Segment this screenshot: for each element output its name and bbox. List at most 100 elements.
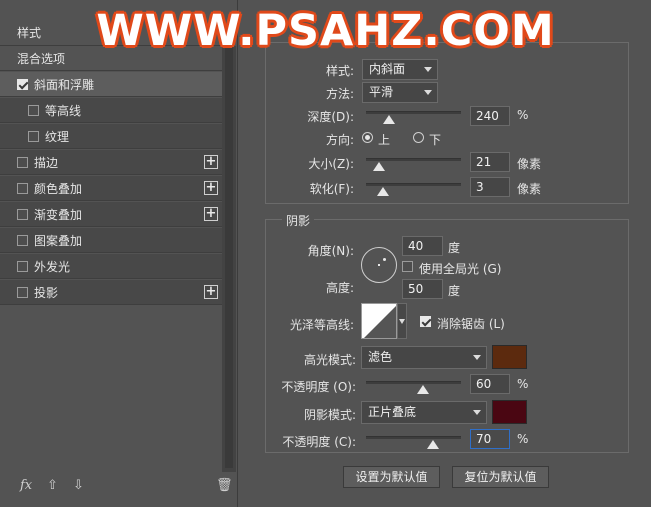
styles-header: 样式 xyxy=(0,20,222,46)
arrow-up-icon[interactable]: ⇧ xyxy=(47,478,58,493)
style-item-checkbox[interactable] xyxy=(28,104,39,116)
shadow-color-swatch[interactable] xyxy=(492,400,527,424)
styles-footer: fx ⇧ ⇩ 🗑 xyxy=(0,474,238,500)
style-item[interactable]: 斜面和浮雕 xyxy=(0,72,222,97)
depth-input[interactable]: 240 xyxy=(470,106,510,126)
style-item-label: 混合选项 xyxy=(17,51,66,66)
shadow-opacity-label: 不透明度 (C): xyxy=(282,435,356,449)
style-item[interactable]: 渐变叠加 + xyxy=(0,202,222,227)
shadow-opacity-slider[interactable] xyxy=(366,436,461,449)
global-light-checkbox[interactable] xyxy=(402,261,413,272)
highlight-color-swatch[interactable] xyxy=(492,345,527,369)
depth-label: 深度(D): xyxy=(307,110,354,124)
size-label: 大小(Z): xyxy=(308,157,354,171)
style-item[interactable]: 描边 + xyxy=(0,150,222,175)
contour-icon xyxy=(364,306,396,338)
shadow-opacity-knob[interactable] xyxy=(426,440,439,449)
style-item[interactable]: 等高线 xyxy=(0,98,222,123)
style-item-label: 等高线 xyxy=(45,103,82,118)
shadow-mode-dropdown[interactable]: 正片叠底 xyxy=(361,401,487,424)
highlight-mode-label: 高光模式: xyxy=(303,353,356,367)
gloss-contour-preview[interactable] xyxy=(361,303,397,339)
gloss-contour-label: 光泽等高线: xyxy=(289,318,354,332)
shadow-opacity-input[interactable]: 70 xyxy=(470,429,510,449)
soften-input[interactable]: 3 xyxy=(470,177,510,197)
soften-slider[interactable] xyxy=(366,183,461,196)
style-item-checkbox[interactable] xyxy=(17,286,28,298)
global-light-label: 使用全局光 (G) xyxy=(419,262,502,276)
highlight-opacity-slider[interactable] xyxy=(366,381,461,394)
angle-unit: 度 xyxy=(448,241,461,255)
direction-up-radio[interactable] xyxy=(362,132,373,143)
highlight-opacity-input[interactable]: 60 xyxy=(470,374,510,394)
gloss-contour-dropdown[interactable] xyxy=(397,303,407,339)
method-label: 方法: xyxy=(325,87,354,101)
style-item[interactable]: 投影 + xyxy=(0,280,222,305)
soften-unit: 像素 xyxy=(517,182,542,196)
style-item[interactable]: 混合选项 xyxy=(0,46,222,71)
highlight-opacity-unit: % xyxy=(517,377,529,391)
angle-dial[interactable] xyxy=(361,247,397,283)
style-label: 样式: xyxy=(325,64,354,78)
shading-title: 阴影 xyxy=(282,212,315,229)
style-item-label: 渐变叠加 xyxy=(34,207,83,222)
depth-slider-knob[interactable] xyxy=(382,115,395,124)
trash-icon[interactable]: 🗑 xyxy=(216,478,233,493)
add-icon[interactable]: + xyxy=(204,181,218,195)
style-item-label: 图案叠加 xyxy=(34,233,83,248)
style-item[interactable]: 图案叠加 xyxy=(0,228,222,253)
size-unit: 像素 xyxy=(517,157,542,171)
angle-input[interactable]: 40 xyxy=(402,236,443,256)
highlight-mode-dropdown[interactable]: 滤色 xyxy=(361,346,487,369)
fx-icon[interactable]: fx xyxy=(20,478,32,493)
size-slider[interactable] xyxy=(366,158,461,171)
soften-label: 软化(F): xyxy=(309,182,354,196)
styles-header-label: 样式 xyxy=(17,26,42,40)
style-item-checkbox[interactable] xyxy=(17,156,28,168)
direction-down-radio[interactable] xyxy=(413,132,424,143)
style-item-checkbox[interactable] xyxy=(17,260,28,272)
reset-default-button[interactable]: 复位为默认值 xyxy=(452,466,549,488)
style-item-checkbox[interactable] xyxy=(17,78,28,90)
highlight-opacity-label: 不透明度 (O): xyxy=(281,380,356,394)
shadow-mode-label: 阴影模式: xyxy=(303,408,356,422)
style-item-label: 描边 xyxy=(34,155,59,170)
style-item-label: 斜面和浮雕 xyxy=(34,77,95,92)
antialias-checkbox[interactable] xyxy=(420,316,431,327)
style-dropdown[interactable]: 内斜面 xyxy=(362,59,438,80)
soften-slider-knob[interactable] xyxy=(377,187,390,196)
style-item-checkbox[interactable] xyxy=(17,234,28,246)
styles-panel: 样式 混合选项 斜面和浮雕 等高线 纹理 描边 + 颜色叠加 + 渐变叠加 + 图案叠加 外发光 投影 +… xyxy=(0,0,238,507)
depth-slider[interactable] xyxy=(366,111,461,124)
style-item-checkbox[interactable] xyxy=(17,182,28,194)
add-icon[interactable]: + xyxy=(204,155,218,169)
size-slider-knob[interactable] xyxy=(373,162,386,171)
add-icon[interactable]: + xyxy=(204,207,218,221)
style-item-label: 投影 xyxy=(34,285,59,300)
style-item-checkbox[interactable] xyxy=(17,208,28,220)
antialias-label: 消除锯齿 (L) xyxy=(437,317,505,331)
depth-unit: % xyxy=(517,108,529,122)
altitude-input[interactable]: 50 xyxy=(402,279,443,299)
style-item-label: 外发光 xyxy=(34,259,71,274)
chevron-down-icon xyxy=(399,319,405,324)
chevron-down-icon xyxy=(473,355,481,360)
style-item-checkbox[interactable] xyxy=(28,130,39,142)
styles-scrollbar[interactable] xyxy=(222,46,236,472)
add-icon[interactable]: + xyxy=(204,285,218,299)
arrow-down-icon[interactable]: ⇩ xyxy=(73,478,84,493)
direction-up-label: 上 xyxy=(378,133,391,147)
method-dropdown[interactable]: 平滑 xyxy=(362,82,438,103)
chevron-down-icon xyxy=(424,90,432,95)
style-item[interactable]: 外发光 xyxy=(0,254,222,279)
angle-dial-dot xyxy=(383,258,386,261)
direction-label: 方向: xyxy=(325,133,354,147)
chevron-down-icon xyxy=(473,410,481,415)
direction-down-label: 下 xyxy=(429,133,442,147)
style-item[interactable]: 颜色叠加 + xyxy=(0,176,222,201)
highlight-opacity-knob[interactable] xyxy=(417,385,429,394)
angle-label: 角度(N): xyxy=(307,244,354,258)
style-item[interactable]: 纹理 xyxy=(0,124,222,149)
make-default-button[interactable]: 设置为默认值 xyxy=(343,466,440,488)
size-input[interactable]: 21 xyxy=(470,152,510,172)
